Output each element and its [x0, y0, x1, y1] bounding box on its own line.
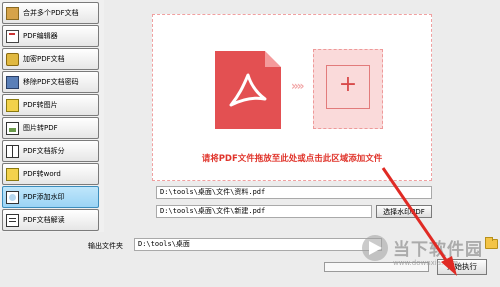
sidebar-item-label: 移除PDF文档密码 [23, 78, 79, 86]
file-path-1[interactable]: D:\tools\桌面\文件\资料.pdf [156, 186, 432, 199]
sidebar-item-split-pdf[interactable]: PDF文档拆分 [2, 140, 99, 162]
browse-folder-icon[interactable] [485, 237, 498, 249]
sidebar-item-label: PDF编辑器 [23, 32, 58, 40]
watermark-url: www.downxia.com [393, 259, 459, 267]
sidebar-item-read-pdf[interactable]: PDF文档解读 [2, 209, 99, 231]
tool-sidebar: 合并多个PDF文档 PDF编辑器 加密PDF文档 移除PDF文档密码 PDF转图… [0, 0, 105, 232]
sidebar-item-label: PDF文档拆分 [23, 147, 65, 155]
arrow-right-icon: »» [291, 79, 304, 93]
output-folder-input[interactable]: D:\tools\桌面 [134, 238, 382, 251]
sidebar-item-encrypt-pdf[interactable]: 加密PDF文档 [2, 48, 99, 70]
sidebar-item-add-watermark[interactable]: PDF添加水印 [2, 186, 99, 208]
sidebar-item-image-to-pdf[interactable]: 图片转PDF [2, 117, 99, 139]
play-logo-icon [362, 235, 388, 261]
sidebar-item-label: 合并多个PDF文档 [23, 9, 79, 17]
site-watermark: 当下软件园 www.downxia.com [362, 232, 496, 272]
sidebar-item-pdf-to-image[interactable]: PDF转图片 [2, 94, 99, 116]
file-path-2[interactable]: D:\tools\桌面\文件\新建.pdf [156, 205, 372, 218]
drop-zone-hint: 请将PDF文件拖放至此处或点击此区域添加文件 [201, 154, 383, 164]
watermark-icon [6, 190, 19, 204]
main-panel: »» + 请将PDF文件拖放至此处或点击此区域添加文件 D:\tools\桌面\… [88, 0, 500, 287]
pdf-editor-icon [6, 29, 19, 43]
unlock-icon [6, 75, 19, 89]
sidebar-item-label: PDF添加水印 [23, 193, 65, 201]
image-to-pdf-icon [6, 121, 19, 135]
sidebar-item-remove-password[interactable]: 移除PDF文档密码 [2, 71, 99, 93]
read-icon [6, 213, 19, 227]
pdf-file-icon [215, 51, 281, 129]
merge-icon [6, 6, 19, 20]
word-icon [6, 167, 19, 181]
watermark-text: 当下软件园 [393, 240, 483, 260]
sidebar-item-label: PDF转word [23, 170, 61, 178]
add-file-button[interactable]: + [313, 49, 383, 129]
sidebar-item-pdf-editor[interactable]: PDF编辑器 [2, 25, 99, 47]
select-watermark-pdf-button[interactable]: 选择水印PDF [376, 205, 432, 218]
sidebar-item-label: 图片转PDF [23, 124, 58, 132]
plus-icon: + [338, 72, 358, 97]
sidebar-item-label: PDF文档解读 [23, 216, 65, 224]
split-icon [6, 144, 19, 158]
sidebar-item-merge-pdf[interactable]: 合并多个PDF文档 [2, 2, 99, 24]
sidebar-item-label: PDF转图片 [23, 101, 58, 109]
lock-icon [6, 52, 19, 66]
sidebar-item-pdf-to-word[interactable]: PDF转word [2, 163, 99, 185]
pdf-to-image-icon [6, 98, 19, 112]
output-folder-label: 输出文件夹 [88, 242, 123, 250]
drop-zone[interactable]: »» + 请将PDF文件拖放至此处或点击此区域添加文件 [152, 14, 432, 181]
sidebar-item-label: 加密PDF文档 [23, 55, 65, 63]
